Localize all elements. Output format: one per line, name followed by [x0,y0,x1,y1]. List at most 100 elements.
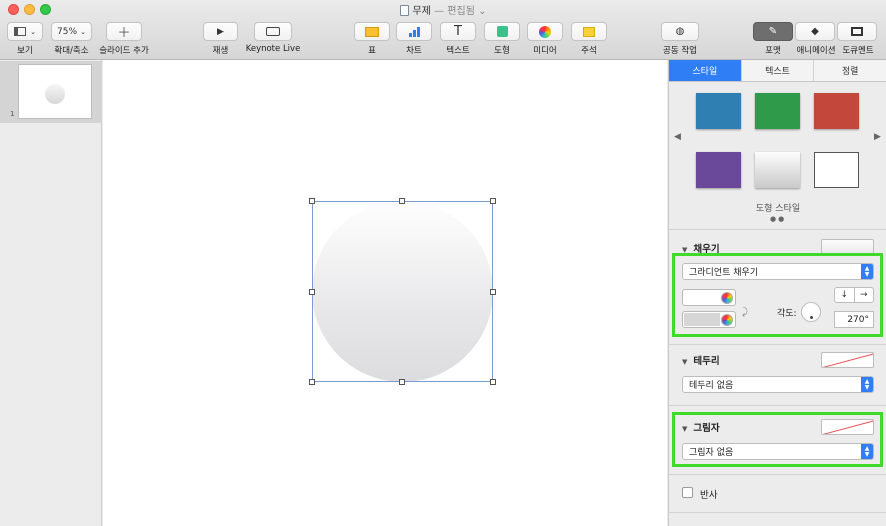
swap-colors-icon[interactable]: ⤸ [742,307,748,318]
border-preview [821,352,874,368]
shape-style-green[interactable] [755,93,800,129]
format-label: 포맷 [765,46,781,56]
reflection-checkbox[interactable] [682,487,693,498]
table-label: 표 [368,46,376,56]
table-icon [365,26,379,37]
toolbar: 무제 — 편집됨 ⌄ ⌄ 보기 75% ⌄ 확대/축소 ＋ 슬라이드 추가 ▶ … [0,0,886,60]
comment-button[interactable] [571,22,607,41]
arrow-right-icon[interactable]: → [853,288,874,302]
color-wheel-icon[interactable] [721,314,733,326]
disclosure-triangle-icon: ▼ [682,358,688,366]
shadow-type-popup[interactable]: 그림자 없음 ▲ ▼ [682,443,874,460]
chart-icon [408,26,420,37]
border-section-title[interactable]: ▼ 테두리 [682,353,720,367]
angle-input[interactable]: 270° [834,311,874,328]
paintbrush-icon: ✎ [768,26,778,37]
chart-button[interactable] [396,22,432,41]
keynote-live-label: Keynote Live [245,44,301,54]
slide-number: 1 [10,110,15,118]
comment-label: 주석 [581,46,597,56]
add-slide-label: 슬라이드 추가 [99,46,149,56]
media-button[interactable] [527,22,563,41]
keynote-live-button[interactable] [254,22,292,41]
play-icon: ▶ [217,26,224,37]
comment-icon [583,26,595,37]
collaborate-button[interactable]: ◍ [661,22,699,41]
keynote-window: 무제 — 편집됨 ⌄ ⌄ 보기 75% ⌄ 확대/축소 ＋ 슬라이드 추가 ▶ … [0,0,886,526]
divider [669,344,886,345]
color-wheel-icon[interactable] [721,292,733,304]
gradient-direction-buttons: ↓ → [834,287,874,303]
slide-thumbnail-1[interactable]: 1 [0,61,102,123]
dial-indicator [810,316,813,319]
chart-label: 차트 [406,46,422,56]
shape-style-outline[interactable] [814,152,859,188]
text-button[interactable]: T [440,22,476,41]
resize-handle-bottom[interactable] [399,379,405,385]
updown-chevron-icon: ▲ ▼ [861,264,873,279]
plus-icon: ＋ [117,26,131,41]
resize-handle-bottom-left[interactable] [309,379,315,385]
divider [669,405,886,406]
shadow-preview [821,419,874,435]
resize-handle-left[interactable] [309,289,315,295]
document-view-icon [851,27,863,36]
resize-handle-right[interactable] [490,289,496,295]
shape-style-gradient[interactable] [755,152,800,188]
shape-style-red[interactable] [814,93,859,129]
next-styles-arrow-icon[interactable]: ▶ [874,132,881,142]
slide-preview[interactable] [18,64,92,119]
zoom-value: 75% [57,26,78,37]
zoom-popup[interactable]: 75% ⌄ [51,22,92,41]
add-slide-button[interactable]: ＋ [106,22,142,41]
updown-chevron-icon: ▲ ▼ [861,444,873,459]
gradient-start-color-well[interactable] [682,289,736,306]
table-button[interactable] [354,22,390,41]
tab-text[interactable]: 텍스트 [741,60,815,81]
none-slash [822,353,873,367]
sidebar-view-icon [14,27,27,36]
divider [669,229,886,230]
animate-label: 애니메이션 [796,46,836,56]
angle-label: 각도: [777,309,797,319]
format-button[interactable]: ✎ [753,22,793,41]
document-label: 도큐멘트 [842,46,874,56]
chevron-down-icon: ⌄ [30,27,36,36]
slide-navigator: 1 [0,60,102,526]
resize-handle-bottom-right[interactable] [490,379,496,385]
selection-box [312,201,493,382]
text-label: 텍스트 [446,46,470,56]
slide-canvas[interactable] [103,60,667,526]
angle-dial[interactable] [801,302,821,322]
gradient-end-color-well[interactable] [682,311,736,328]
play-label: 재생 [212,46,229,56]
tab-style[interactable]: 스타일 [669,60,742,81]
shape-button[interactable] [484,22,520,41]
divider [669,474,886,475]
shadow-section-title[interactable]: ▼ 그림자 [682,420,720,434]
zoom-label: 확대/축소 [54,46,89,56]
color-swatch [684,291,720,304]
document-icon [399,5,409,16]
animate-button[interactable]: ◆ [795,22,835,41]
resize-handle-top-left[interactable] [309,198,315,204]
edit-status: — 편집됨 ⌄ [434,6,487,17]
resize-handle-top-right[interactable] [490,198,496,204]
format-inspector: 스타일 텍스트 정렬 ◀ ▶ 도형 스타일 ●● ▼ 채우기 그라디언트 채우기 … [668,60,886,526]
shape-label: 도형 [494,46,510,56]
resize-handle-top[interactable] [399,198,405,204]
tab-arrange[interactable]: 정렬 [814,60,886,81]
window-title[interactable]: 무제 — 편집됨 ⌄ [0,2,886,17]
divider [669,512,886,513]
previous-styles-arrow-icon[interactable]: ◀ [674,132,681,142]
page-dots[interactable]: ●● [770,215,786,223]
border-type-popup[interactable]: 테두리 없음 ▲ ▼ [682,376,874,393]
arrow-down-icon[interactable]: ↓ [835,288,854,302]
shape-style-purple[interactable] [696,152,741,188]
document-button[interactable] [837,22,877,41]
play-button[interactable]: ▶ [203,22,238,41]
fill-type-popup[interactable]: 그라디언트 채우기 ▲ ▼ [682,263,874,280]
shape-style-blue[interactable] [696,93,741,129]
view-button[interactable]: ⌄ [7,22,43,41]
text-icon: T [454,24,462,39]
